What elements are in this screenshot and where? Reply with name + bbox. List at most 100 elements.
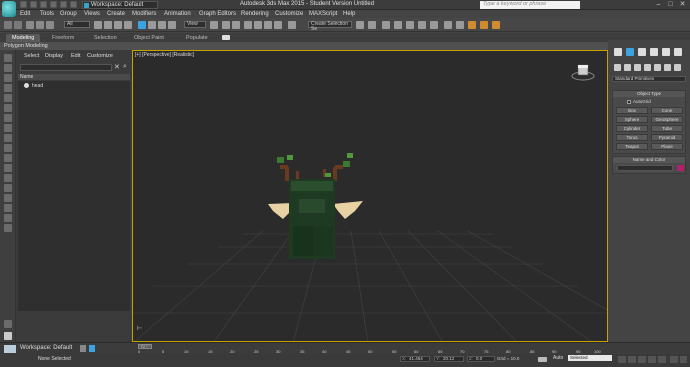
viewcube-icon[interactable] xyxy=(571,63,595,81)
layer-manager-icon[interactable] xyxy=(382,21,390,29)
percent-snap-icon[interactable] xyxy=(264,21,272,29)
tab-modeling[interactable]: Modeling xyxy=(6,34,41,42)
menu-animation[interactable]: Animation xyxy=(164,11,191,17)
material-editor-icon[interactable] xyxy=(430,21,438,29)
viewport-label[interactable]: [+] [Perspective] [Realistic] xyxy=(135,52,194,58)
filter-containers-icon[interactable] xyxy=(4,174,12,182)
torus-button[interactable]: Torus xyxy=(616,134,648,141)
pivot-center-icon[interactable] xyxy=(210,21,218,29)
menu-views[interactable]: Views xyxy=(84,11,100,17)
motion-tab-icon[interactable] xyxy=(650,48,658,56)
pyramid-button[interactable]: Pyramid xyxy=(651,134,683,141)
utilities-tab-icon[interactable] xyxy=(674,48,682,56)
filter-lights-icon[interactable] xyxy=(4,104,12,112)
close-button[interactable]: ✕ xyxy=(678,1,687,9)
helpers-icon[interactable] xyxy=(654,64,661,71)
zoom-icon[interactable] xyxy=(670,356,678,363)
play-icon[interactable] xyxy=(638,356,646,363)
viewcube[interactable] xyxy=(571,63,595,83)
select-manipulate-icon[interactable] xyxy=(222,21,230,29)
lock-icon[interactable] xyxy=(4,320,12,328)
invert-display-icon[interactable] xyxy=(4,204,12,212)
box-button[interactable]: Box xyxy=(616,107,648,114)
app-logo-icon[interactable] xyxy=(2,1,16,17)
menu-maxscript[interactable]: MAXScript xyxy=(309,11,337,17)
eye-icon[interactable] xyxy=(24,83,29,89)
go-to-start-icon[interactable] xyxy=(618,356,626,363)
pan-icon[interactable] xyxy=(680,356,687,363)
search-input[interactable]: Type a keyword or phrase xyxy=(480,1,580,9)
maxscript-toggle-icon[interactable] xyxy=(89,345,95,352)
menu-group[interactable]: Group xyxy=(60,11,77,17)
named-selection-dropdown[interactable]: Create Selection Se xyxy=(308,21,352,32)
rendered-frame-icon[interactable] xyxy=(456,21,464,29)
geosphere-button[interactable]: GeoSphere xyxy=(651,116,683,123)
tab-populate[interactable]: Populate xyxy=(180,34,214,42)
snaps-toggle-icon[interactable] xyxy=(244,21,252,29)
go-to-end-icon[interactable] xyxy=(658,356,666,363)
reference-coordinate-dropdown[interactable]: View xyxy=(184,21,206,28)
checkbox-icon[interactable] xyxy=(627,99,631,104)
menu-graph-editors[interactable]: Graph Editors xyxy=(199,11,236,17)
autogrid-checkbox[interactable]: AutoGrid xyxy=(627,99,651,104)
select-icon[interactable] xyxy=(4,54,12,62)
primitive-type-dropdown[interactable]: Standard Primitives xyxy=(612,76,686,82)
graphite-toggle-icon[interactable] xyxy=(394,21,402,29)
cameras-icon[interactable] xyxy=(644,64,651,71)
search-icon[interactable]: ⌕ xyxy=(123,63,127,71)
next-frame-icon[interactable] xyxy=(648,356,656,363)
systems-icon[interactable] xyxy=(674,64,681,71)
render-setup-icon[interactable] xyxy=(444,21,452,29)
edit-named-selection-icon[interactable] xyxy=(288,21,296,29)
menu-customize[interactable]: Customize xyxy=(275,11,303,17)
selection-filter-dropdown[interactable]: All xyxy=(64,21,90,28)
key-icon[interactable] xyxy=(538,357,547,362)
maxscript-mini-icon[interactable] xyxy=(80,345,86,352)
previous-frame-icon[interactable] xyxy=(628,356,636,363)
render-iterative-icon[interactable] xyxy=(480,21,488,29)
menu-modifiers[interactable]: Modifiers xyxy=(132,11,156,17)
project-folder-icon[interactable] xyxy=(70,1,77,8)
open-file-icon[interactable] xyxy=(30,1,37,8)
tab-object-paint[interactable]: Object Paint xyxy=(128,34,170,42)
move-icon[interactable] xyxy=(138,21,146,29)
sort-icon[interactable] xyxy=(4,214,12,222)
curve-editor-icon[interactable] xyxy=(406,21,414,29)
z-coordinate-field[interactable]: Z: 0.0 xyxy=(467,356,495,362)
menu-tools[interactable]: Tools xyxy=(40,11,54,17)
ribbon-options-icon[interactable] xyxy=(222,35,230,40)
undo-icon[interactable] xyxy=(50,1,57,8)
filter-cameras-icon[interactable] xyxy=(4,114,12,122)
redo-icon[interactable] xyxy=(14,21,22,29)
filter-spacewarps-icon[interactable] xyxy=(4,134,12,142)
link-icon[interactable] xyxy=(26,21,34,29)
unlink-icon[interactable] xyxy=(36,21,44,29)
modify-tab-icon[interactable] xyxy=(626,48,634,56)
object-color-swatch[interactable] xyxy=(677,165,684,171)
shapes-icon[interactable] xyxy=(624,64,631,71)
tab-freeform[interactable]: Freeform xyxy=(46,34,80,42)
find-icon[interactable] xyxy=(4,224,12,232)
select-by-name-icon[interactable] xyxy=(104,21,112,29)
spacewarps-icon[interactable] xyxy=(664,64,671,71)
filter-bones-icon[interactable] xyxy=(4,164,12,172)
maximize-button[interactable]: □ xyxy=(666,1,675,9)
lights-icon[interactable] xyxy=(634,64,641,71)
align-icon[interactable] xyxy=(368,21,376,29)
new-file-icon[interactable] xyxy=(20,1,27,8)
column-header-name[interactable]: Name xyxy=(18,74,130,80)
redo-icon[interactable] xyxy=(60,1,67,8)
scale-icon[interactable] xyxy=(158,21,166,29)
select-object-icon[interactable] xyxy=(94,21,102,29)
rotate-icon[interactable] xyxy=(148,21,156,29)
render-production-icon[interactable] xyxy=(468,21,476,29)
save-file-icon[interactable] xyxy=(40,1,47,8)
sphere-button[interactable]: Sphere xyxy=(616,116,648,123)
tab-selection[interactable]: Selection xyxy=(88,34,123,42)
scene-explorer-search[interactable] xyxy=(20,64,112,71)
workspace-bottom-label[interactable]: Workspace: Default xyxy=(20,345,72,351)
tree-item-head[interactable]: head xyxy=(24,83,43,89)
hierarchy-tab-icon[interactable] xyxy=(638,48,646,56)
se-menu-edit[interactable]: Edit xyxy=(71,53,80,59)
menu-edit[interactable]: Edit xyxy=(20,11,30,17)
